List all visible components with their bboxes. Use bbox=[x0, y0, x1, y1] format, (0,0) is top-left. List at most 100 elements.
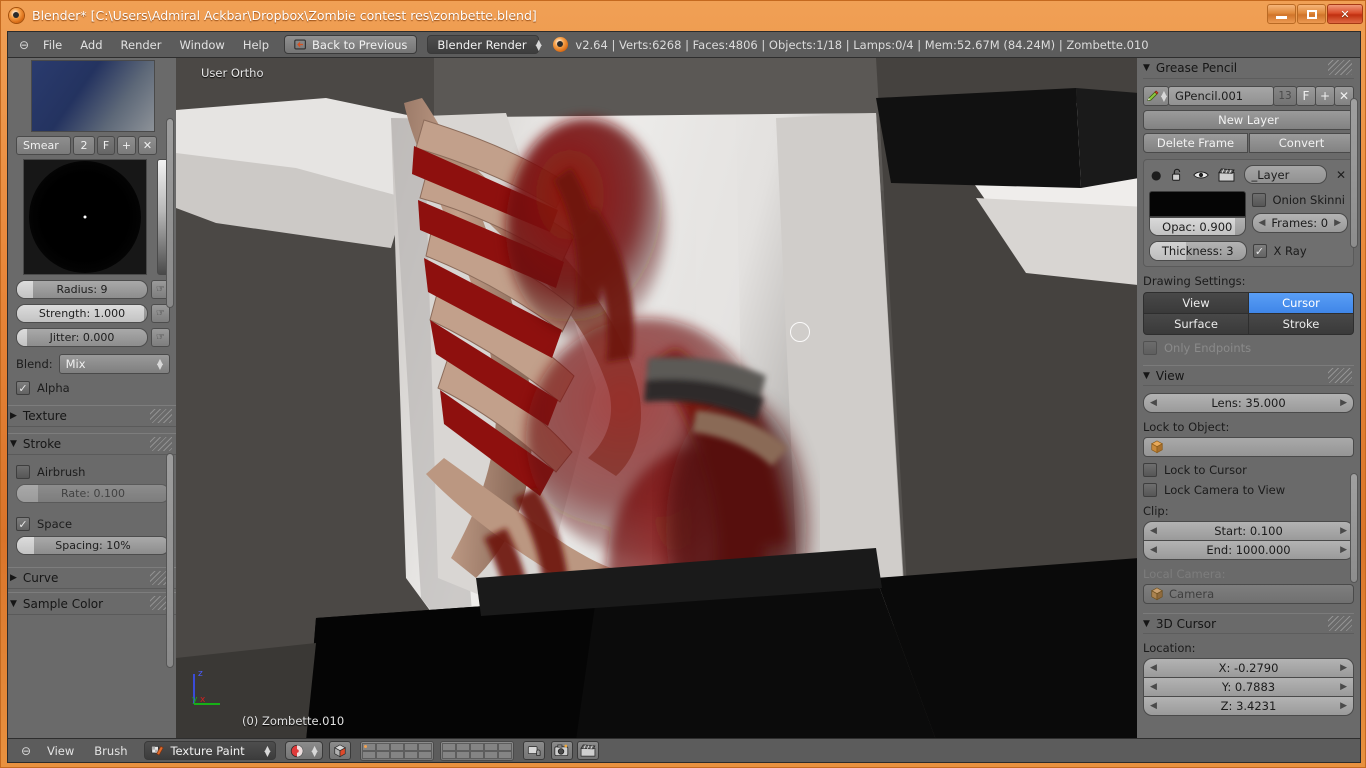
mode-surface-button[interactable]: Surface bbox=[1143, 313, 1249, 335]
rate-slider[interactable]: Rate: 0.100 bbox=[16, 484, 170, 503]
brush-fake-user-toggle[interactable]: F bbox=[97, 136, 115, 155]
jitter-slider[interactable]: Jitter: 0.000 bbox=[16, 328, 148, 347]
jitter-animate-button[interactable]: ☞ bbox=[151, 328, 170, 347]
layer-grid-2[interactable] bbox=[441, 742, 512, 759]
lock-to-object-field[interactable] bbox=[1143, 437, 1354, 457]
menu-window[interactable]: Window bbox=[170, 36, 233, 54]
brush-unlink-button[interactable]: ✕ bbox=[138, 136, 157, 155]
lock-camera-to-view-row[interactable]: Lock Camera to View bbox=[1143, 483, 1354, 497]
strength-slider[interactable]: Strength: 1.000 bbox=[16, 304, 148, 323]
only-endpoints-row[interactable]: Only Endpoints bbox=[1143, 341, 1354, 355]
texture-solid-toggle[interactable] bbox=[328, 741, 351, 760]
layer-cell[interactable] bbox=[417, 742, 432, 751]
space-checkbox[interactable]: ✓ bbox=[16, 517, 30, 531]
gpencil-name-field[interactable]: GPencil.001 bbox=[1168, 86, 1274, 106]
onion-skinning-checkbox[interactable] bbox=[1251, 193, 1266, 207]
menu-help[interactable]: Help bbox=[234, 36, 278, 54]
layer-cell[interactable] bbox=[375, 742, 390, 751]
close-button[interactable]: ✕ bbox=[1327, 4, 1363, 24]
layer-cell[interactable] bbox=[403, 750, 418, 759]
blend-mode-dropdown[interactable]: Mix ▲ ▼ bbox=[58, 354, 170, 374]
layer-cell[interactable] bbox=[375, 750, 390, 759]
render-animation-button[interactable] bbox=[576, 741, 599, 760]
toolshelf-scrollbar[interactable] bbox=[166, 118, 174, 308]
clip-start-field[interactable]: ◀ Start: 0.100 ▶ bbox=[1143, 521, 1354, 541]
editor-type-icon[interactable]: ⊖ bbox=[14, 36, 34, 54]
viewport-shading-dropdown[interactable]: ▲ ▼ bbox=[285, 741, 323, 760]
scene-layers-group-2[interactable] bbox=[439, 740, 514, 761]
lock-to-cursor-row[interactable]: Lock to Cursor bbox=[1143, 463, 1354, 477]
footer-menu-brush[interactable]: Brush bbox=[85, 744, 136, 758]
lock-to-cursor-checkbox[interactable] bbox=[1143, 463, 1157, 477]
toolshelf-scrollbar-lower[interactable] bbox=[166, 453, 174, 668]
properties-scrollbar-lower[interactable] bbox=[1350, 473, 1358, 583]
layer-cell[interactable] bbox=[417, 750, 432, 759]
brush-curve-preview[interactable] bbox=[22, 159, 147, 275]
menu-add[interactable]: Add bbox=[71, 36, 111, 54]
scene-layers-group-1[interactable] bbox=[359, 740, 434, 761]
x-ray-row[interactable]: ✓ X Ray bbox=[1252, 244, 1349, 258]
menu-render[interactable]: Render bbox=[112, 36, 171, 54]
convert-button[interactable]: Convert bbox=[1249, 133, 1354, 153]
render-image-button[interactable] bbox=[550, 741, 573, 760]
brush-add-new-button[interactable]: + bbox=[117, 136, 136, 155]
cursor-x-field[interactable]: ◀ X: -0.2790 ▶ bbox=[1143, 658, 1354, 678]
only-endpoints-checkbox[interactable] bbox=[1143, 341, 1157, 355]
spacing-slider[interactable]: Spacing: 10% bbox=[16, 536, 170, 555]
gpencil-add-button[interactable]: + bbox=[1315, 86, 1335, 106]
alpha-row[interactable]: ✓ Alpha bbox=[16, 381, 170, 395]
x-ray-checkbox[interactable]: ✓ bbox=[1252, 244, 1267, 258]
airbrush-checkbox[interactable] bbox=[16, 465, 30, 479]
lens-slider[interactable]: ◀ Lens: 35.000 ▶ bbox=[1143, 393, 1354, 413]
menu-file[interactable]: File bbox=[34, 36, 71, 54]
onion-skinning-row[interactable]: Onion Skinni bbox=[1251, 193, 1349, 207]
new-layer-button[interactable]: New Layer bbox=[1143, 110, 1354, 130]
local-camera-field[interactable]: Camera bbox=[1143, 584, 1354, 604]
layer-cell[interactable] bbox=[469, 742, 484, 751]
minimize-button[interactable] bbox=[1267, 4, 1296, 24]
layer-cell[interactable] bbox=[441, 750, 456, 759]
delete-frame-button[interactable]: Delete Frame bbox=[1143, 133, 1248, 153]
layer-grid-1[interactable] bbox=[361, 742, 432, 759]
layer-cell[interactable] bbox=[441, 742, 456, 751]
airbrush-row[interactable]: Airbrush bbox=[16, 465, 170, 479]
layer-cell[interactable] bbox=[403, 742, 418, 751]
pencil-icon[interactable]: ▲ ▼ bbox=[1143, 86, 1169, 106]
editor-type-icon[interactable]: ⊖ bbox=[16, 742, 36, 760]
properties-scrollbar[interactable] bbox=[1350, 98, 1358, 248]
layer-color-swatch[interactable] bbox=[1149, 191, 1246, 217]
mode-stroke-button[interactable]: Stroke bbox=[1248, 313, 1354, 335]
layer-cell[interactable] bbox=[455, 750, 470, 759]
layer-cell[interactable] bbox=[455, 742, 470, 751]
panel-header-3d-cursor[interactable]: ▼ 3D Cursor bbox=[1143, 613, 1354, 634]
layer-cell[interactable] bbox=[497, 742, 512, 751]
section-stroke[interactable]: ▼ Stroke bbox=[8, 433, 176, 455]
lock-camera-to-view-checkbox[interactable] bbox=[1143, 483, 1157, 497]
layer-delete-icon[interactable]: ✕ bbox=[1336, 168, 1346, 182]
layer-cell[interactable] bbox=[361, 750, 376, 759]
gpencil-user-count[interactable]: 13 bbox=[1273, 86, 1297, 106]
mode-view-button[interactable]: View bbox=[1143, 292, 1249, 314]
maximize-button[interactable] bbox=[1297, 4, 1326, 24]
clip-end-field[interactable]: ◀ End: 1000.000 ▶ bbox=[1143, 540, 1354, 560]
layer-cell[interactable] bbox=[361, 742, 376, 751]
space-row[interactable]: ✓ Space bbox=[16, 517, 170, 531]
layer-cell[interactable] bbox=[389, 742, 404, 751]
layer-cell[interactable] bbox=[483, 742, 498, 751]
opacity-slider[interactable]: Opac: 0.900 bbox=[1149, 217, 1246, 236]
unlock-icon[interactable] bbox=[1170, 168, 1184, 182]
thickness-slider[interactable]: Thickness: 3 bbox=[1149, 241, 1247, 261]
interaction-mode-dropdown[interactable]: Texture Paint ▲ ▼ bbox=[144, 741, 277, 760]
cursor-z-field[interactable]: ◀ Z: 3.4231 ▶ bbox=[1143, 696, 1354, 716]
brush-name-field[interactable]: Smear bbox=[16, 136, 71, 155]
back-to-previous-button[interactable]: Back to Previous bbox=[284, 35, 418, 54]
layer-cell[interactable] bbox=[389, 750, 404, 759]
alpha-checkbox[interactable]: ✓ bbox=[16, 381, 30, 395]
mode-cursor-button[interactable]: Cursor bbox=[1248, 292, 1354, 314]
radius-slider[interactable]: Radius: 9 bbox=[16, 280, 148, 299]
section-texture[interactable]: ▶ Texture bbox=[8, 405, 176, 427]
gpencil-fake-user-toggle[interactable]: F bbox=[1296, 86, 1316, 106]
clapperboard-icon[interactable] bbox=[1218, 167, 1236, 182]
render-engine-dropdown[interactable]: Blender Render ▲ ▼ bbox=[427, 35, 542, 54]
proportional-edit-toggle[interactable] bbox=[522, 741, 545, 760]
